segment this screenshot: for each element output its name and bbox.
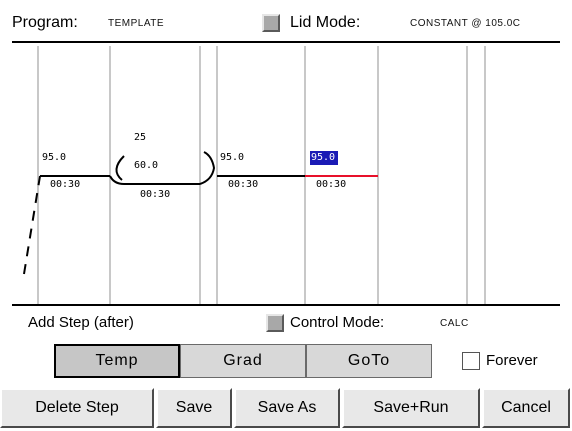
step-3-time[interactable]: 00:30 — [228, 179, 258, 190]
tab-grad[interactable]: Grad — [180, 344, 306, 378]
program-label: Program: — [12, 14, 78, 31]
lid-mode-label: Lid Mode: — [290, 14, 361, 31]
forever-label: Forever — [486, 352, 538, 369]
cancel-button[interactable]: Cancel — [482, 388, 570, 428]
lid-mode-checkbox[interactable] — [262, 14, 280, 32]
forever-checkbox[interactable] — [462, 352, 480, 370]
step-2-temp[interactable]: 60.0 — [134, 160, 158, 171]
tab-goto[interactable]: GoTo — [306, 344, 432, 378]
add-step-label: Add Step (after) — [28, 314, 134, 331]
step-1-temp[interactable]: 95.0 — [42, 152, 66, 163]
program-graph[interactable]: 95.0 00:30 25 60.0 00:30 95.0 00:30 95.0… — [0, 46, 572, 304]
control-mode-checkbox[interactable] — [266, 314, 284, 332]
save-run-button[interactable]: Save+Run — [342, 388, 480, 428]
goto-arc — [115, 155, 125, 181]
header-divider — [12, 41, 560, 43]
save-as-button[interactable]: Save As — [234, 388, 340, 428]
tab-temp[interactable]: Temp — [54, 344, 180, 378]
program-name: TEMPLATE — [108, 18, 165, 29]
delete-step-button[interactable]: Delete Step — [0, 388, 154, 428]
step-2-goto[interactable]: 25 — [134, 132, 146, 143]
step-4-time[interactable]: 00:30 — [316, 179, 346, 190]
control-mode-value: CALC — [440, 318, 469, 329]
step-4-temp[interactable]: 95.0 — [311, 152, 335, 163]
graph-divider — [12, 304, 560, 306]
step-2-time[interactable]: 00:30 — [140, 189, 170, 200]
program-graph-canvas — [23, 46, 486, 304]
goto-arc — [199, 151, 216, 185]
save-button[interactable]: Save — [156, 388, 232, 428]
control-mode-label: Control Mode: — [290, 314, 385, 331]
step-3-temp[interactable]: 95.0 — [220, 152, 244, 163]
lid-mode-value: CONSTANT @ 105.0C — [410, 18, 521, 29]
step-1-time[interactable]: 00:30 — [50, 179, 80, 190]
